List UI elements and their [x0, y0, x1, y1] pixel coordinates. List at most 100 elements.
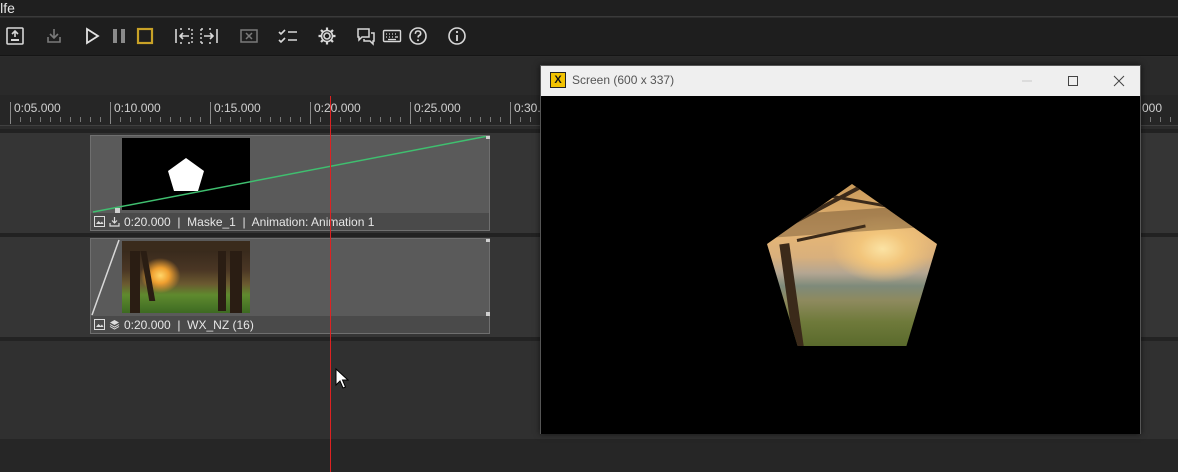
maximize-icon	[1068, 76, 1078, 86]
remove-button[interactable]	[237, 25, 261, 47]
publish-button[interactable]	[42, 25, 66, 47]
ruler-minor-tick	[1150, 117, 1151, 122]
ruler-minor-tick	[90, 117, 91, 122]
ruler-label: 0:25.000	[414, 101, 461, 115]
ruler-minor-tick	[50, 117, 51, 122]
ruler-minor-tick	[240, 117, 241, 122]
ruler-minor-tick	[220, 117, 221, 122]
ruler-tick	[510, 102, 511, 124]
info-icon	[448, 27, 466, 45]
ruler-minor-tick	[230, 117, 231, 122]
ruler-minor-tick	[520, 117, 521, 122]
comments-button[interactable]	[354, 25, 378, 47]
ruler-minor-tick	[1160, 117, 1161, 122]
ruler-label: 0:15.000	[214, 101, 261, 115]
close-button[interactable]	[1096, 66, 1142, 96]
ruler-minor-tick	[490, 117, 491, 122]
ruler-minor-tick	[1170, 117, 1171, 122]
ruler-tick	[10, 102, 11, 124]
ruler-minor-tick	[80, 117, 81, 122]
ruler-minor-tick	[370, 117, 371, 122]
ruler-minor-tick	[450, 117, 451, 122]
ruler-tick	[210, 102, 211, 124]
ruler-minor-tick	[360, 117, 361, 122]
ruler-minor-tick	[350, 117, 351, 122]
help-button[interactable]	[406, 25, 430, 47]
ruler-minor-tick	[300, 117, 301, 122]
ruler-minor-tick	[280, 117, 281, 122]
checklist-button[interactable]	[276, 25, 300, 47]
play-icon	[86, 27, 100, 45]
app-window: ilfe	[0, 0, 1178, 472]
menu-bar: ilfe	[0, 0, 1178, 17]
keyboard-button[interactable]	[380, 25, 404, 47]
ruler-minor-tick	[70, 117, 71, 122]
clip-footer: 0:20.000 | Maske_1 | Animation: Animatio…	[91, 213, 489, 230]
minimize-icon	[1022, 80, 1032, 82]
minimize-button[interactable]	[1004, 66, 1050, 96]
ruler-minor-tick	[340, 117, 341, 122]
ruler-minor-tick	[170, 117, 171, 122]
close-icon	[1113, 75, 1125, 87]
ruler-tick	[110, 102, 111, 124]
playhead[interactable]	[330, 96, 331, 472]
image-icon	[94, 216, 105, 227]
mark-in-icon	[175, 28, 193, 44]
preview-canvas	[541, 96, 1140, 434]
menu-help[interactable]: ilfe	[0, 0, 15, 16]
maximize-button[interactable]	[1050, 66, 1096, 96]
ruler-minor-tick	[60, 117, 61, 122]
import-icon	[109, 216, 120, 227]
stop-button[interactable]	[133, 25, 157, 47]
mark-out-icon	[200, 28, 218, 44]
preview-titlebar[interactable]: X Screen (600 x 337)	[541, 66, 1140, 96]
ruler-minor-tick	[180, 117, 181, 122]
preview-window: X Screen (600 x 337)	[540, 65, 1141, 434]
clip-photo[interactable]: 0:20.000 | WX_NZ (16)	[90, 238, 490, 334]
mark-in-button[interactable]	[172, 25, 196, 47]
clip-mask[interactable]: 0:20.000 | Maske_1 | Animation: Animatio…	[90, 135, 490, 231]
ruler-minor-tick	[40, 117, 41, 122]
settings-icon	[318, 27, 336, 45]
remove-icon	[240, 29, 258, 43]
app-icon: X	[550, 72, 566, 88]
masked-preview-image	[767, 184, 937, 346]
ruler-minor-tick	[150, 117, 151, 122]
help-icon	[409, 27, 427, 45]
ruler-minor-tick	[380, 117, 381, 122]
checklist-icon	[278, 29, 297, 44]
ruler-minor-tick	[140, 117, 141, 122]
keyframe-curve[interactable]	[91, 239, 491, 319]
ruler-tick	[310, 102, 311, 124]
ruler-minor-tick	[460, 117, 461, 122]
ruler-minor-tick	[480, 117, 481, 122]
ruler-minor-tick	[260, 117, 261, 122]
clip-footer: 0:20.000 | WX_NZ (16)	[91, 316, 489, 333]
info-button[interactable]	[445, 25, 469, 47]
pause-button[interactable]	[107, 25, 131, 47]
ruler-minor-tick	[390, 117, 391, 122]
ruler-minor-tick	[100, 117, 101, 122]
image-icon	[94, 319, 105, 330]
ruler-minor-tick	[470, 117, 471, 122]
keyframe-curve[interactable]	[91, 136, 491, 216]
mark-out-button[interactable]	[197, 25, 221, 47]
ruler-minor-tick	[320, 117, 321, 122]
export-button[interactable]	[3, 25, 27, 47]
export-icon	[6, 27, 24, 45]
toolbar	[0, 18, 1178, 56]
ruler-label: 0:10.000	[114, 101, 161, 115]
ruler-minor-tick	[160, 117, 161, 122]
ruler-minor-tick	[420, 117, 421, 122]
ruler-minor-tick	[400, 117, 401, 122]
timeline-bottom	[0, 439, 1178, 472]
ruler-label: 0:30.	[514, 101, 541, 115]
ruler-minor-tick	[30, 117, 31, 122]
ruler-minor-tick	[270, 117, 271, 122]
stop-icon	[136, 27, 154, 45]
play-button[interactable]	[80, 25, 104, 47]
settings-button[interactable]	[315, 25, 339, 47]
keyboard-icon	[382, 29, 402, 43]
ruler-minor-tick	[200, 117, 201, 122]
ruler-tick	[410, 102, 411, 124]
